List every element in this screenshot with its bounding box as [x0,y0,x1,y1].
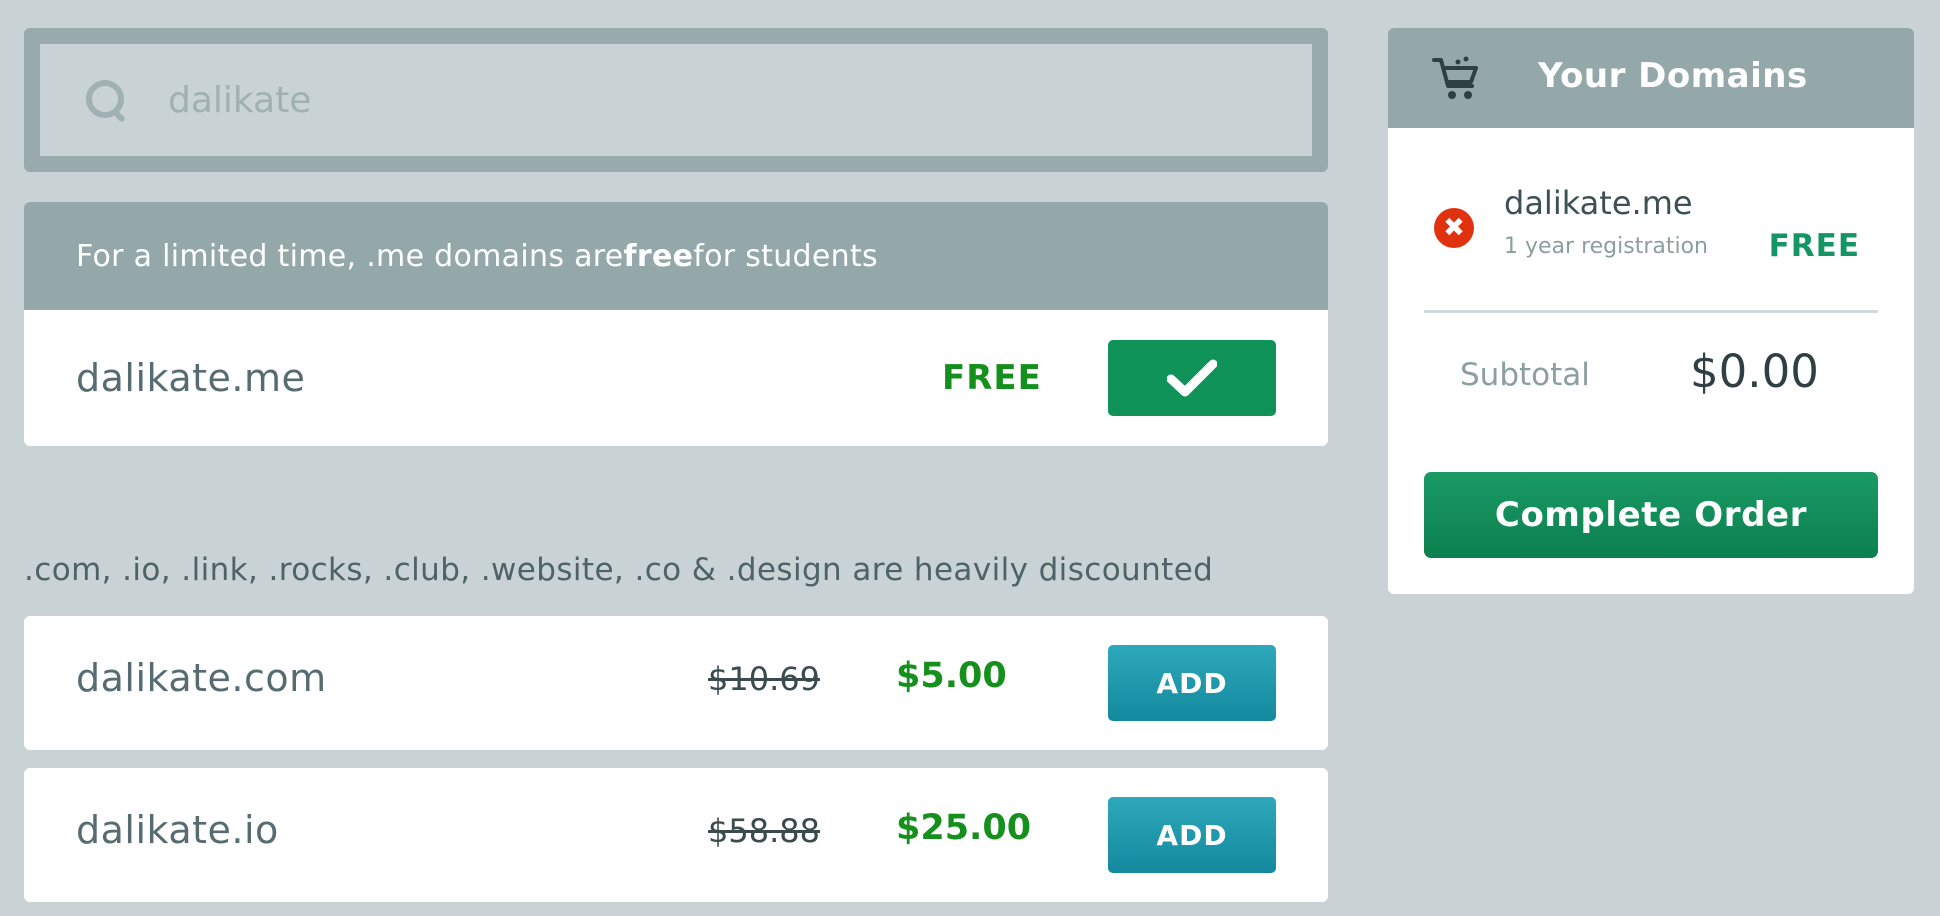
domain-name: dalikate.io [76,808,279,852]
cart-icon [1432,56,1478,99]
original-price: $10.69 [708,660,820,698]
selected-check-button[interactable] [1108,340,1276,416]
search-inner [40,44,1312,156]
cart-panel: Your Domains ✖ dalikate.me 1 year regist… [1388,28,1914,594]
cart-item-name: dalikate.me [1504,184,1693,222]
remove-icon[interactable]: ✖ [1434,208,1474,248]
cart-item-price: FREE [1768,228,1860,264]
checkmark-icon [1167,359,1217,397]
promo-banner-prefix: For a limited time, .me domains are [76,238,624,274]
cart-item: ✖ dalikate.me 1 year registration FREE [1388,128,1914,310]
promo-card: For a limited time, .me domains are free… [24,202,1328,446]
original-price: $58.88 [708,812,820,850]
add-button[interactable]: ADD [1108,645,1276,721]
domain-row: dalikate.com $10.69 $5.00 ADD [24,616,1328,750]
search-box [24,28,1328,172]
add-button[interactable]: ADD [1108,797,1276,873]
cart-title: Your Domains [1538,56,1808,96]
discount-note: .com, .io, .link, .rocks, .club, .websit… [24,552,1214,588]
promo-price: FREE [942,358,1042,398]
promo-domain-name: dalikate.me [76,356,306,400]
cart-item-term: 1 year registration [1504,234,1708,259]
discounted-price: $5.00 [896,656,1007,696]
subtotal-value: $0.00 [1690,345,1819,398]
domain-name: dalikate.com [76,656,327,700]
cart-header: Your Domains [1388,28,1914,128]
promo-banner: For a limited time, .me domains are free… [24,202,1328,310]
promo-banner-suffix: for students [693,238,878,274]
promo-banner-bold: free [623,238,694,274]
complete-order-button[interactable]: Complete Order [1424,472,1878,558]
search-input[interactable] [166,78,1070,122]
promo-domain-row: dalikate.me FREE [24,310,1328,446]
search-icon [84,78,128,124]
domain-row: dalikate.io $58.88 $25.00 ADD [24,768,1328,902]
discounted-price: $25.00 [896,808,1032,848]
subtotal-row: Subtotal $0.00 [1388,313,1914,439]
subtotal-label: Subtotal [1460,357,1590,393]
